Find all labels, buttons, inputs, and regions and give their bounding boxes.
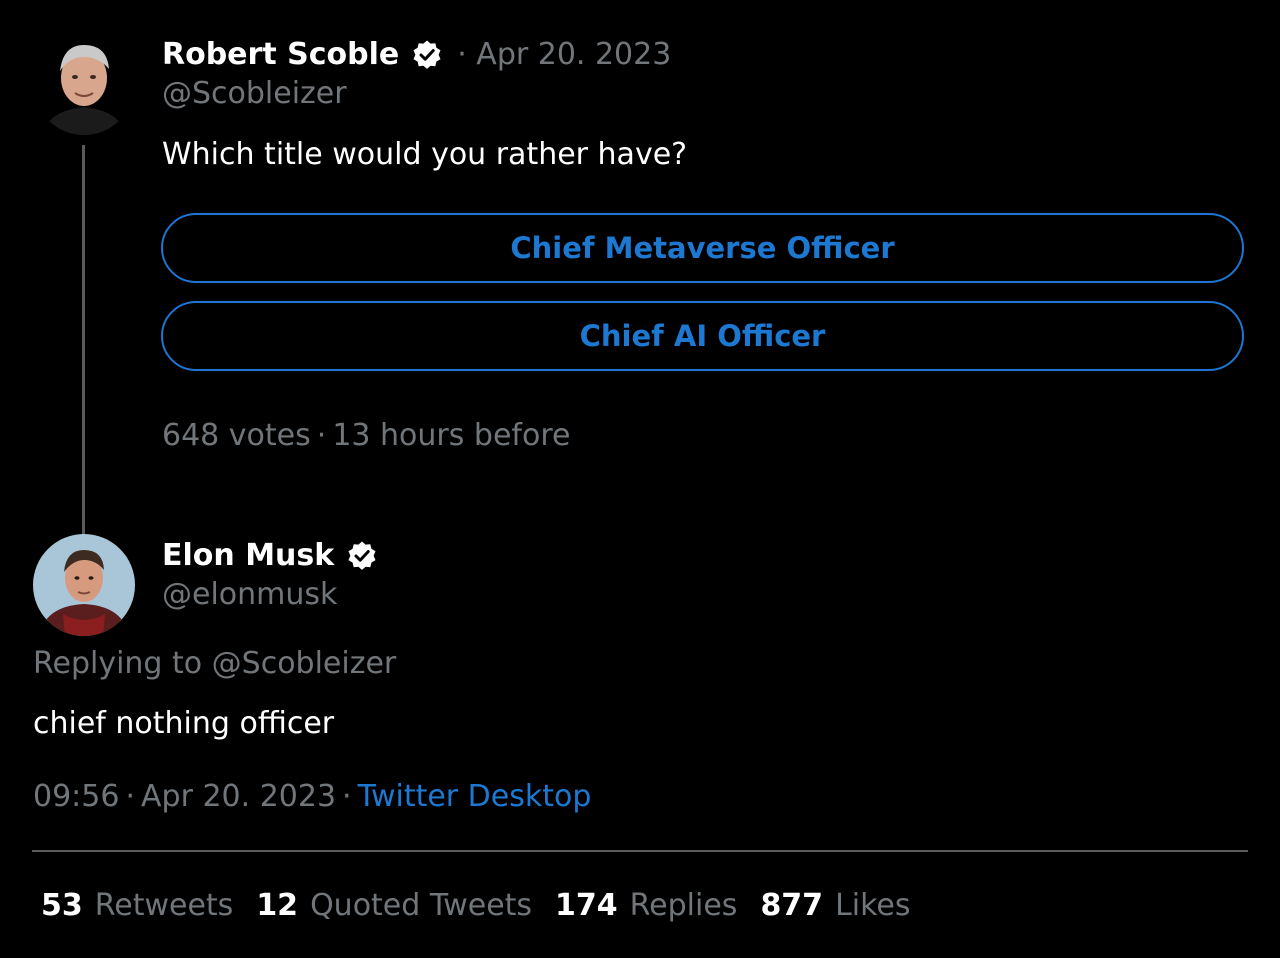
reply-author-name-row: Elon Musk: [162, 538, 378, 574]
stat-label: Replies: [629, 888, 738, 923]
reply-text: chief nothing officer: [33, 706, 335, 741]
author-name-row: Robert Scoble · Apr 20. 2023: [162, 37, 671, 73]
author-handle[interactable]: @Scobleizer: [162, 76, 347, 112]
divider: [32, 850, 1248, 852]
poll-option-label: Chief AI Officer: [579, 319, 826, 353]
stat-replies[interactable]: 174 Replies: [555, 886, 737, 926]
poll-option-2[interactable]: Chief AI Officer: [161, 301, 1244, 371]
avatar-elon-musk[interactable]: [33, 534, 135, 636]
reply-date[interactable]: Apr 20. 2023: [141, 779, 336, 814]
reply-time[interactable]: 09:56: [33, 779, 119, 814]
reply-meta: 09:56 · Apr 20. 2023 · Twitter Desktop: [33, 779, 591, 815]
poll-option-label: Chief Metaverse Officer: [510, 231, 895, 265]
thread-connector-line: [82, 145, 85, 537]
tweet-date[interactable]: · Apr 20. 2023: [457, 37, 671, 73]
separator-dot: ·: [125, 779, 136, 814]
stat-count: 877: [760, 888, 824, 923]
tweet-text: Which title would you rather have?: [162, 137, 688, 172]
replying-to: Replying to @Scobleizer: [33, 646, 397, 681]
stat-label: Likes: [835, 888, 911, 923]
author-name[interactable]: Robert Scoble: [162, 37, 399, 73]
stat-quoted-tweets[interactable]: 12 Quoted Tweets: [256, 886, 532, 926]
verified-badge-icon: [411, 39, 443, 71]
poll-option-1[interactable]: Chief Metaverse Officer: [161, 213, 1244, 283]
engagement-stats: 53 Retweets 12 Quoted Tweets 174 Replies 87…: [41, 886, 934, 926]
avatar-robert-scoble[interactable]: [33, 33, 135, 135]
separator-dot: ·: [342, 779, 352, 814]
separator-dot: ·: [316, 418, 327, 453]
stat-count: 53: [41, 888, 83, 923]
poll-votes: 648 votes: [162, 418, 311, 453]
stat-label: Retweets: [94, 888, 234, 923]
poll-time-left: 13 hours before: [332, 418, 571, 453]
stat-label: Quoted Tweets: [310, 888, 533, 923]
reply-author-name[interactable]: Elon Musk: [162, 538, 334, 574]
reply-author-handle[interactable]: @elonmusk: [162, 577, 337, 613]
source-link[interactable]: Twitter Desktop: [358, 779, 592, 814]
stat-count: 174: [555, 888, 618, 923]
stat-likes[interactable]: 877 Likes: [760, 886, 910, 926]
stat-retweets[interactable]: 53 Retweets: [41, 886, 233, 926]
verified-badge-icon: [346, 540, 378, 572]
poll-meta: 648 votes · 13 hours before: [162, 418, 570, 454]
stat-count: 12: [256, 888, 299, 923]
